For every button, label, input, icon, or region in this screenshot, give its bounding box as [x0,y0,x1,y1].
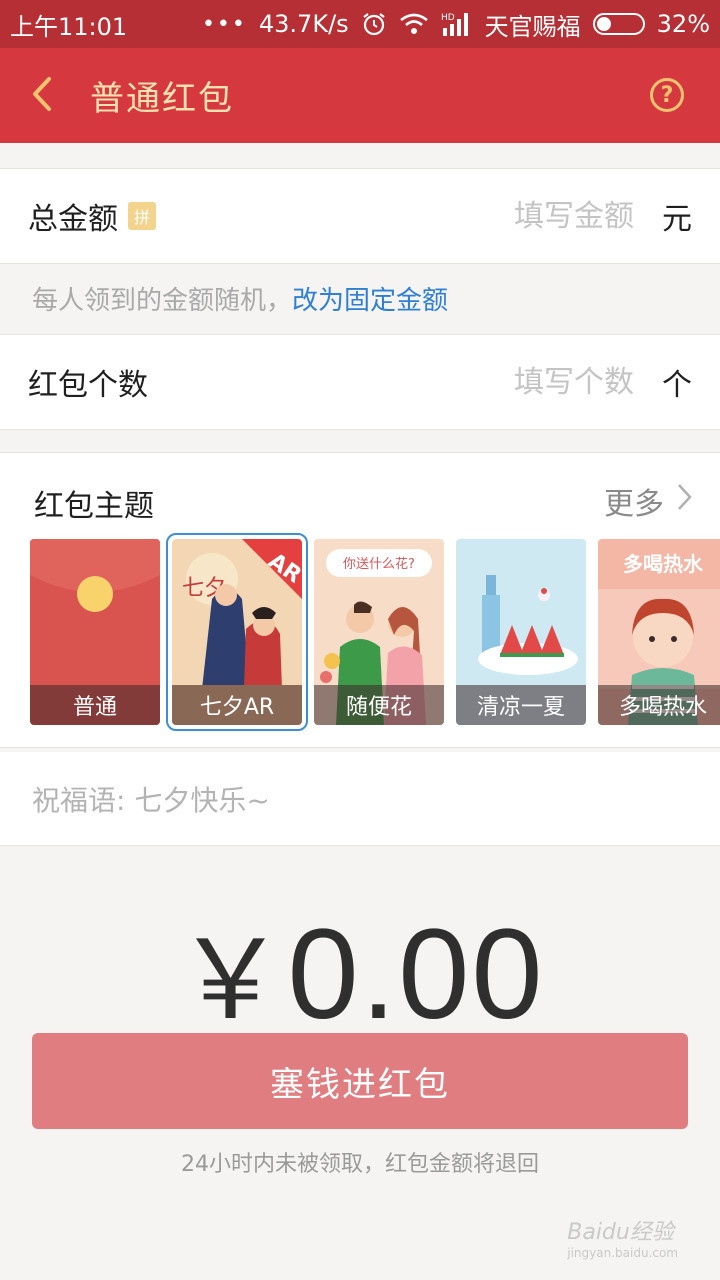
network-speed: 43.7K/s [258,10,349,38]
theme-more-label: 更多 [604,487,664,522]
back-arrow-icon [29,76,55,116]
theme-label: 普通 [30,685,160,725]
alarm-icon [361,11,387,37]
theme-panel: 红包主题 更多 普通 AR 七夕 七夕AR 你送什么花? 随便花 清凉一夏 多喝… [0,452,720,748]
theme-card-flowers[interactable]: 你送什么花? 随便花 [314,539,444,725]
total-amount-row: 总金额 拼 元 [0,168,720,264]
baidu-watermark: Baidu经验 jingyan.baidu.com [567,1214,678,1260]
battery-percent: 32% [656,10,710,38]
watermark-text: Baidu经验 [567,1220,674,1245]
theme-card-hot-water[interactable]: 多喝热水 多喝热水 [598,539,720,725]
count-row: 红包个数 个 [0,334,720,430]
theme-card-qixi-ar[interactable]: AR 七夕 七夕AR [166,533,308,731]
cell-signal-icon: HD [441,11,473,37]
flower-art-text: 你送什么花? [343,556,415,572]
submit-label: 塞钱进红包 [270,1064,450,1105]
pin-badge[interactable]: 拼 [128,202,156,230]
page-title: 普通红包 [90,79,234,119]
submit-button[interactable]: 塞钱进红包 [32,1033,688,1129]
total-amount-input[interactable] [434,198,634,234]
total-amount-label: 总金额 [28,202,118,237]
blessing-input[interactable]: 祝福语: 七夕快乐~ [0,752,720,846]
wifi-icon [399,12,429,36]
fixed-amount-link[interactable]: 改为固定金额 [292,286,448,316]
theme-label: 七夕AR [172,685,302,725]
amount-hint-text: 每人领到的金额随机， [32,286,293,316]
header-bar: 普通红包 ? [0,48,720,143]
help-icon: ? [660,82,674,108]
chevron-right-icon [676,483,692,519]
blessing-placeholder: 祝福语: 七夕快乐~ [32,783,270,817]
theme-list: 普通 AR 七夕 七夕AR 你送什么花? 随便花 清凉一夏 多喝热水 多喝热水 [30,533,720,731]
help-button[interactable]: ? [650,78,684,112]
count-unit: 个 [662,368,692,403]
status-time: 上午11:01 [10,12,128,41]
currency-symbol: ￥ [175,919,288,1042]
signal-hd-label: HD [441,13,455,23]
total-amount-unit: 元 [662,202,692,237]
theme-more-button[interactable]: 更多 [604,479,692,523]
theme-title: 红包主题 [34,489,154,524]
count-label: 红包个数 [28,368,148,403]
theme-card-summer[interactable]: 清凉一夏 [456,539,586,725]
theme-label: 多喝热水 [598,685,720,725]
status-bar: 上午11:01 ••• 43.7K/s HD 天官赐福 32% [0,0,720,48]
back-button[interactable] [2,48,82,143]
more-dots: ••• [201,11,247,37]
watermark-url: jingyan.baidu.com [567,1246,678,1260]
amount-value: 0.00 [287,903,545,1046]
count-input[interactable] [434,364,634,400]
battery-icon [592,13,645,35]
theme-label: 随便花 [314,685,444,725]
hot-water-art-text: 多喝热水 [623,552,704,576]
theme-label: 清凉一夏 [456,685,586,725]
carrier-name: 天官赐福 [484,12,581,41]
amount-display: ￥0.00 [0,890,720,1050]
refund-notice: 24小时内未被领取，红包金额将退回 [181,1152,539,1177]
theme-card-plain[interactable]: 普通 [30,539,160,725]
amount-hint: 每人领到的金额随机，改为固定金额 [32,280,448,317]
